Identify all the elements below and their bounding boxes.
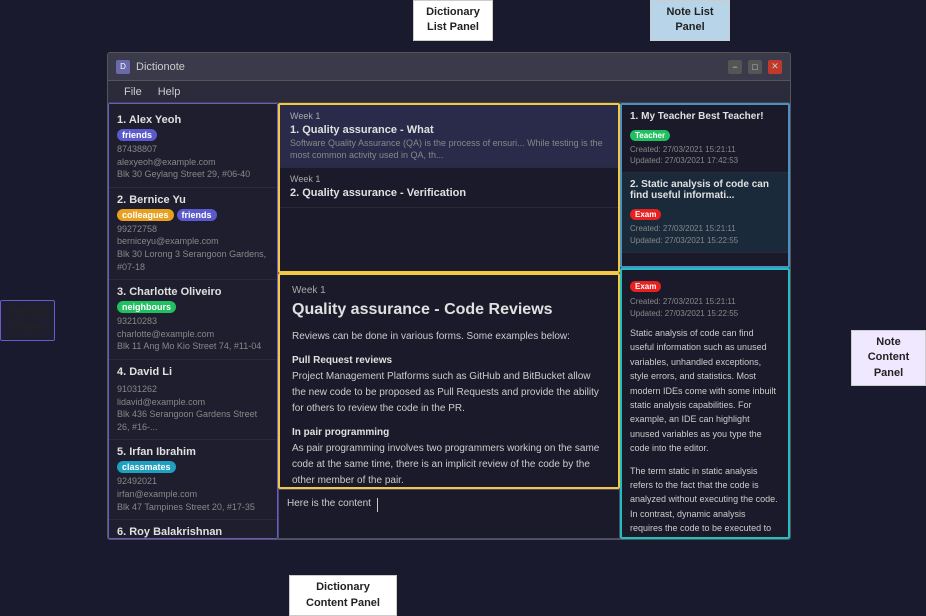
note-content-tag: Exam (630, 281, 661, 292)
input-label: Here is the content (287, 498, 371, 509)
note-item-title: 2. Static analysis of code can find usef… (630, 179, 780, 201)
contact-item[interactable]: 6. Roy Balakrishnan colleagues 92624417r… (109, 520, 277, 539)
middle-area: Week 1 1. Quality assurance - What Softw… (278, 103, 620, 539)
note-item-title: 1. My Teacher Best Teacher! (630, 111, 780, 122)
contact-name: 6. Roy Balakrishnan (117, 526, 269, 538)
note-content-panel-label: Note ContentPanel (851, 330, 926, 386)
note-content-meta: Created: 27/03/2021 15:21:11 Updated: 27… (630, 296, 780, 320)
contact-item[interactable]: 5. Irfan Ibrahim classmates 92492021irfa… (109, 440, 277, 520)
contact-name: 5. Irfan Ibrahim (117, 446, 269, 458)
contact-detail: 99272758berniceyu@example.comBlk 30 Loro… (117, 223, 269, 273)
contact-name: 3. Charlotte Oliveiro (117, 286, 269, 298)
dict-week-label: Week 1 (290, 174, 608, 184)
dict-week-label: Week 1 (290, 111, 608, 121)
dict-content-title: Quality assurance - Code Reviews (292, 300, 606, 321)
dict-content-week: Week 1 (292, 285, 606, 296)
contact-tag: classmates (117, 461, 176, 473)
dict-item-preview: Software Quality Assurance (QA) is the p… (290, 138, 608, 161)
contact-name: 2. Bernice Yu (117, 194, 269, 206)
contact-detail: 91031262lidavid@example.comBlk 436 Seran… (117, 383, 269, 433)
contact-detail: 92492021irfan@example.comBlk 47 Tampines… (117, 475, 269, 513)
note-meta: Created: 27/03/2021 15:21:11Updated: 27/… (630, 223, 780, 245)
note-content-body: Static analysis of code can find useful … (630, 326, 780, 539)
contact-tags: colleaguesfriends (117, 209, 269, 221)
note-tag: Exam (630, 209, 661, 220)
menu-help[interactable]: Help (150, 86, 189, 98)
contact-name: 1. Alex Yeoh (117, 114, 269, 126)
note-meta: Created: 27/03/2021 15:21:11Updated: 27/… (630, 144, 780, 166)
contact-item[interactable]: 2. Bernice Yu colleaguesfriends 99272758… (109, 188, 277, 280)
contact-tags: friends (117, 129, 269, 141)
contact-tag: friends (177, 209, 217, 221)
menu-file[interactable]: File (116, 86, 150, 98)
main-content: 1. Alex Yeoh friends 87438807alexyeoh@ex… (108, 103, 790, 539)
note-tag: Teacher (630, 130, 670, 141)
note-list-item[interactable]: 2. Static analysis of code can find usef… (622, 173, 788, 252)
contact-tag: friends (117, 129, 157, 141)
contact-item[interactable]: 4. David Li 91031262lidavid@example.comB… (109, 360, 277, 440)
contact-name: 4. David Li (117, 366, 269, 378)
note-list-panel-label: Note ListPanel (650, 0, 730, 41)
note-area: 1. My Teacher Best Teacher! Teacher Crea… (620, 103, 790, 539)
dict-list-panel-area[interactable]: Week 1 1. Quality assurance - What Softw… (278, 103, 620, 273)
window-title: Dictionote (136, 61, 728, 73)
dict-list-panel-label: DictionaryList Panel (413, 0, 493, 41)
contact-item[interactable]: 3. Charlotte Oliveiro neighbours 9321028… (109, 280, 277, 360)
dict-list-item[interactable]: Week 1 2. Quality assurance - Verificati… (280, 168, 618, 208)
app-window: D Dictionote − □ ✕ File Help 1. Alex Yeo… (107, 52, 791, 540)
dict-content-area[interactable]: Week 1 Quality assurance - Code Reviews … (278, 273, 620, 489)
contact-tag: colleagues (117, 209, 174, 221)
note-list-item[interactable]: 1. My Teacher Best Teacher! Teacher Crea… (622, 105, 788, 173)
contact-detail: 87438807alexyeoh@example.comBlk 30 Geyla… (117, 143, 269, 181)
contact-panel: 1. Alex Yeoh friends 87438807alexyeoh@ex… (108, 103, 278, 539)
contact-item[interactable]: 1. Alex Yeoh friends 87438807alexyeoh@ex… (109, 108, 277, 188)
dict-content-body: Reviews can be done in various forms. So… (292, 329, 606, 489)
contact-panel-label: ContactPanel (0, 300, 55, 341)
title-bar: D Dictionote − □ ✕ (108, 53, 790, 81)
close-button[interactable]: ✕ (768, 60, 782, 74)
contact-detail: 93210283charlotte@example.comBlk 11 Ang … (117, 315, 269, 353)
input-cursor (377, 498, 378, 512)
dict-content-panel-label: DictionaryContent Panel (289, 575, 397, 616)
dict-item-title: 2. Quality assurance - Verification (290, 187, 608, 199)
note-content-area[interactable]: Exam Created: 27/03/2021 15:21:11 Update… (620, 268, 790, 539)
note-list-area[interactable]: 1. My Teacher Best Teacher! Teacher Crea… (620, 103, 790, 268)
window-controls: − □ ✕ (728, 60, 782, 74)
contact-tag: neighbours (117, 301, 176, 313)
app-icon: D (116, 60, 130, 74)
minimize-button[interactable]: − (728, 60, 742, 74)
dict-item-title: 1. Quality assurance - What (290, 124, 608, 136)
input-area[interactable]: Here is the content (278, 489, 620, 539)
maximize-button[interactable]: □ (748, 60, 762, 74)
menu-bar: File Help (108, 81, 790, 103)
dict-list-item[interactable]: Week 1 1. Quality assurance - What Softw… (280, 105, 618, 168)
contact-tags: classmates (117, 461, 269, 473)
contact-tags: neighbours (117, 301, 269, 313)
